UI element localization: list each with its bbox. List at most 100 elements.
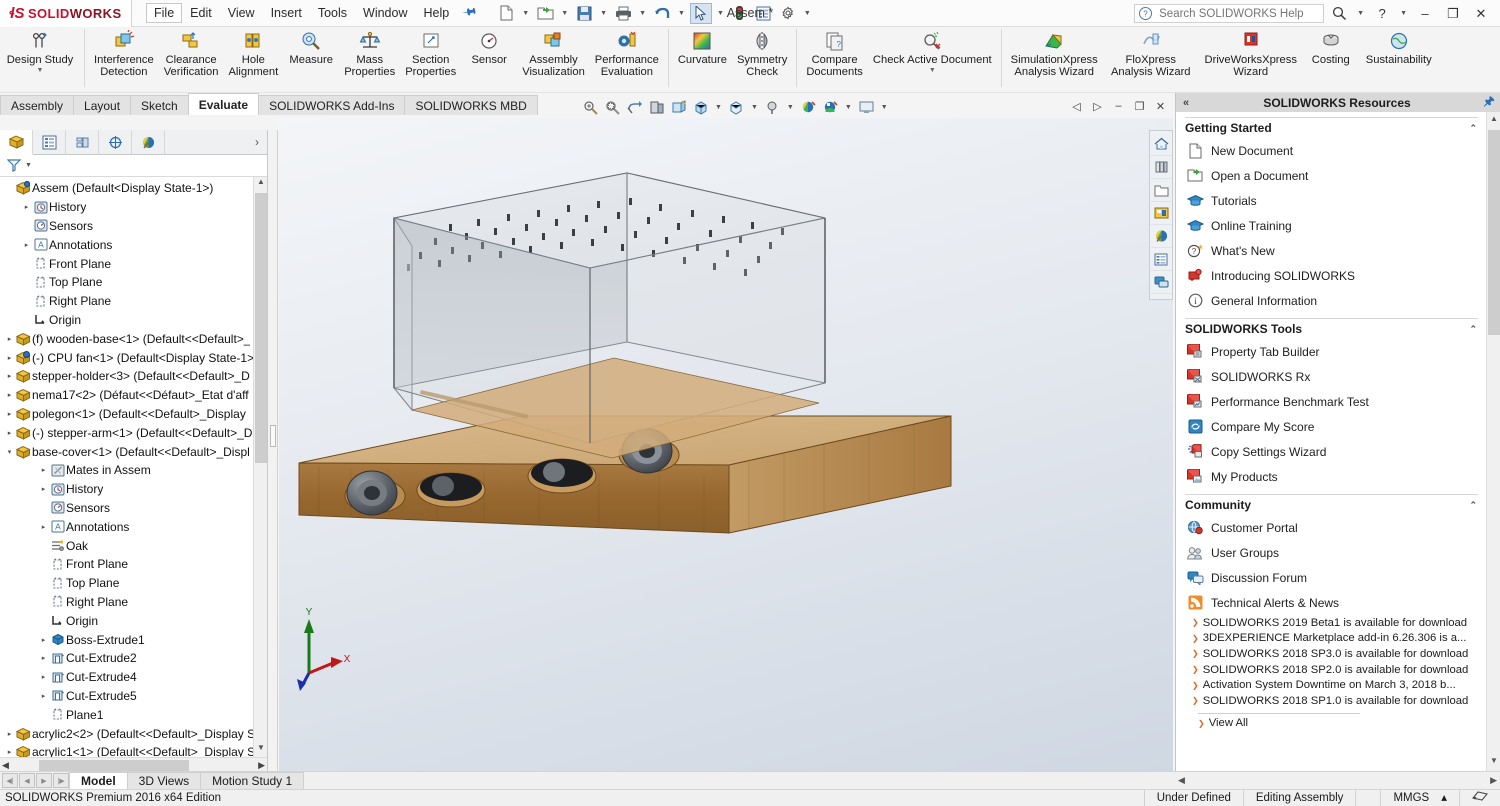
search-icon[interactable]: [1326, 3, 1352, 25]
rebuild-traffic-light-icon[interactable]: [729, 3, 751, 24]
panel-splitter[interactable]: [268, 130, 278, 772]
tab-nav-last[interactable]: |▶: [53, 773, 69, 788]
file-explorer-icon[interactable]: [1150, 179, 1172, 202]
ribbon-button-driveworksxpress[interactable]: DriveWorksXpress Wizard: [1199, 27, 1303, 91]
task-pane-link[interactable]: My Products: [1176, 464, 1500, 489]
task-pane-link[interactable]: Discussion Forum: [1176, 565, 1500, 590]
tree-expand-toggle[interactable]: ▸: [4, 354, 15, 362]
print-icon[interactable]: [612, 3, 634, 24]
view-settings-icon[interactable]: [820, 97, 841, 117]
ribbon-button-performance-evaluation[interactable]: Performance Evaluation: [590, 27, 664, 91]
open-document-dropdown[interactable]: ▼: [558, 10, 571, 17]
task-pane-link[interactable]: Customer Portal: [1176, 515, 1500, 540]
feature-tree-node[interactable]: ▸ History: [0, 480, 267, 499]
pushpin-icon[interactable]: 🖈: [458, 1, 480, 26]
view-orientation-icon[interactable]: [668, 97, 689, 117]
search-dropdown[interactable]: ▼: [1354, 10, 1367, 17]
tab-evaluate[interactable]: Evaluate: [187, 93, 260, 115]
news-link[interactable]: ❯ SOLIDWORKS 2019 Beta1 is available for …: [1176, 615, 1500, 631]
ribbon-button-mass-properties[interactable]: Mass Properties: [339, 27, 400, 91]
news-link[interactable]: ❯ Activation System Downtime on March 3, …: [1176, 677, 1500, 693]
help-search-box[interactable]: ?: [1134, 4, 1325, 23]
task-pane-link[interactable]: Copy Settings Wizard: [1176, 439, 1500, 464]
task-pane-link[interactable]: SOLIDWORKS Rx: [1176, 364, 1500, 389]
undo-icon[interactable]: [651, 3, 673, 24]
tree-expand-toggle[interactable]: ▸: [38, 692, 49, 700]
task-pane-scroll-down[interactable]: ▼: [1488, 756, 1500, 770]
feature-tree-node[interactable]: ▸ Cut-Extrude4: [0, 668, 267, 687]
minimize-button[interactable]: –: [1412, 3, 1438, 25]
doc-close-button[interactable]: ✕: [1152, 98, 1169, 114]
feature-tree-node[interactable]: ▸ History: [0, 198, 267, 217]
home-icon[interactable]: [1150, 133, 1172, 156]
feature-tree-node[interactable]: Top Plane: [0, 574, 267, 593]
new-document-icon[interactable]: [495, 3, 517, 24]
design-study-dropdown-caret[interactable]: ▼: [37, 67, 44, 74]
task-pane-section-header[interactable]: SOLIDWORKS Tools ⌃: [1176, 319, 1500, 339]
task-pane-link[interactable]: Introducing SOLIDWORKS: [1176, 263, 1500, 288]
status-units[interactable]: MMGS: [1380, 789, 1441, 806]
tree-expand-toggle[interactable]: ▸: [4, 429, 15, 437]
gear-icon[interactable]: [777, 3, 799, 24]
undo-dropdown[interactable]: ▼: [675, 10, 688, 17]
task-pane-link[interactable]: Open a Document: [1176, 163, 1500, 188]
feature-tree-node[interactable]: Origin: [0, 311, 267, 330]
tree-expand-toggle[interactable]: ▸: [38, 636, 49, 644]
feature-tree-node[interactable]: ▸ acrylic2<2> (Default<<Default>_Display …: [0, 724, 267, 743]
tree-expand-toggle[interactable]: ▸: [4, 391, 15, 399]
apply-scene-icon[interactable]: [798, 97, 819, 117]
tab-solidworks-mbd[interactable]: SOLIDWORKS MBD: [404, 95, 538, 115]
feature-tree-node[interactable]: Plane1: [0, 705, 267, 724]
ribbon-button-curvature[interactable]: Curvature: [673, 27, 732, 91]
design-library-icon[interactable]: [1150, 156, 1172, 179]
tab-nav-prev[interactable]: ◀: [19, 773, 35, 788]
display-style-dropdown[interactable]: ▼: [712, 104, 725, 111]
tree-expand-toggle[interactable]: ▸: [4, 335, 15, 343]
tree-scroll-thumb[interactable]: [255, 193, 267, 463]
feature-tree-node[interactable]: ▾ base-cover<1> (Default<<Default>_Displ: [0, 442, 267, 461]
ribbon-button-sensor[interactable]: Sensor: [461, 27, 517, 91]
view-all-link[interactable]: ❯ View All: [1176, 716, 1500, 732]
task-pane-scrollbar[interactable]: ▲ ▼: [1486, 112, 1500, 772]
tree-expand-toggle[interactable]: ▸: [38, 523, 49, 531]
tree-expand-toggle[interactable]: ▸: [21, 241, 32, 249]
doc-next-button[interactable]: ▷: [1089, 98, 1106, 114]
select-dropdown[interactable]: ▼: [714, 10, 727, 17]
appearance-dropdown[interactable]: ▼: [784, 104, 797, 111]
tree-hscroll-right-arrow[interactable]: ▶: [258, 760, 265, 771]
display-style-icon[interactable]: [690, 97, 711, 117]
menu-item-help[interactable]: Help: [416, 3, 458, 23]
feature-tree-node[interactable]: Assem (Default<Display State-1>): [0, 179, 267, 198]
edit-appearance-icon[interactable]: [762, 97, 783, 117]
feature-tree-node[interactable]: Oak: [0, 536, 267, 555]
ribbon-button-floxpress[interactable]: FloXpress Analysis Wizard: [1103, 27, 1199, 91]
help-button[interactable]: ?: [1369, 3, 1395, 25]
task-pane-link[interactable]: New Document: [1176, 138, 1500, 163]
open-document-icon[interactable]: [534, 3, 556, 24]
feature-manager-expand-arrow[interactable]: ›: [255, 135, 267, 149]
tree-hscroll-thumb[interactable]: [38, 759, 189, 771]
configuration-manager-tab[interactable]: [66, 129, 99, 155]
restore-button[interactable]: ❐: [1440, 3, 1466, 25]
doc-restore-button[interactable]: ❐: [1131, 98, 1148, 114]
tree-hscroll-left-arrow[interactable]: ◀: [2, 760, 9, 771]
feature-tree-node[interactable]: ▸ Cut-Extrude2: [0, 649, 267, 668]
tree-expand-toggle[interactable]: ▸: [38, 654, 49, 662]
feature-tree-node[interactable]: ▸ Boss-Extrude1: [0, 630, 267, 649]
appearances-scenes-icon[interactable]: [1150, 225, 1172, 248]
doc-prev-button[interactable]: ◁: [1068, 98, 1085, 114]
feature-tree-node[interactable]: ▸ Mates in Assem: [0, 461, 267, 480]
feature-tree-filter[interactable]: ▼: [0, 155, 267, 177]
feature-tree-node[interactable]: ▸ (-) CPU fan<1> (Default<Display State-1…: [0, 348, 267, 367]
task-pane-link[interactable]: i General Information: [1176, 288, 1500, 313]
news-link[interactable]: ❯ SOLIDWORKS 2018 SP2.0 is available for …: [1176, 662, 1500, 678]
feature-tree-node[interactable]: Sensors: [0, 499, 267, 518]
doc-minimize-button[interactable]: –: [1110, 98, 1127, 114]
tree-expand-toggle[interactable]: ▸: [4, 730, 15, 738]
task-pane-body[interactable]: ▲ ▼ Getting Started ⌃ New Document Open a D…: [1176, 112, 1500, 772]
status-units-caret[interactable]: ▴: [1441, 790, 1459, 806]
ribbon-button-symmetry-check[interactable]: Symmetry Check: [732, 27, 792, 91]
previous-view-icon[interactable]: [624, 97, 645, 117]
feature-tree[interactable]: ▲ ▼ Assem (Default<Display State-1>) ▸ His…: [0, 177, 267, 757]
ribbon-button-costing[interactable]: Costing: [1303, 27, 1359, 91]
